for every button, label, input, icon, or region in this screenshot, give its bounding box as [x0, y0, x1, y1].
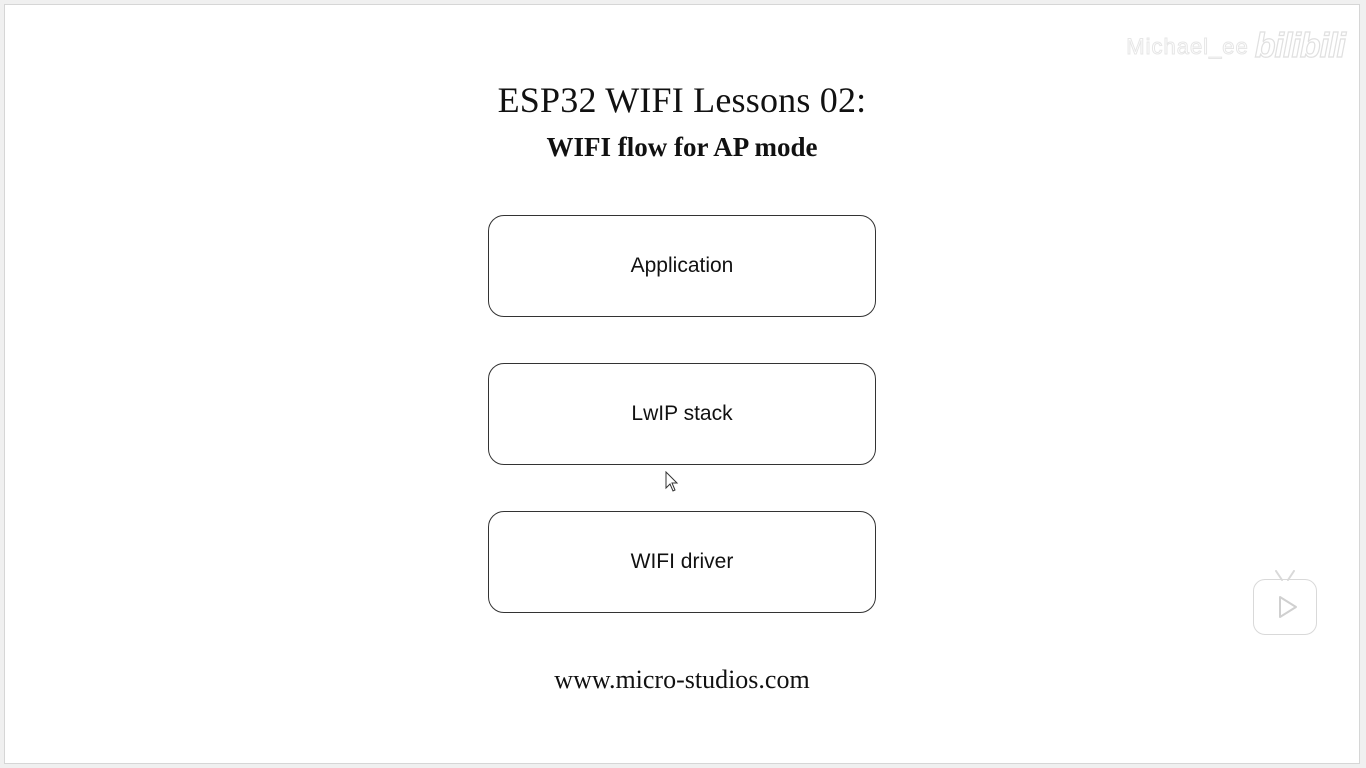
lwip-stack-box: LwIP stack: [488, 363, 876, 465]
tv-antenna-icon: [1272, 570, 1298, 582]
play-button[interactable]: [1253, 570, 1317, 635]
watermark: Michael_ee bilibili: [1126, 26, 1347, 66]
play-icon: [1274, 594, 1300, 620]
slide: ESP32 WIFI Lessons 02: WIFI flow for AP …: [4, 4, 1360, 764]
wifi-driver-label: WIFI driver: [630, 550, 734, 573]
bilibili-logo: bilibili: [1254, 26, 1346, 65]
wifi-driver-box: WIFI driver: [488, 511, 876, 613]
slide-subtitle: WIFI flow for AP mode: [546, 132, 818, 162]
website-text: www.micro-studios.com: [554, 665, 810, 694]
slide-title: ESP32 WIFI Lessons 02:: [497, 80, 867, 120]
lwip-stack-label: LwIP stack: [631, 402, 733, 425]
application-box: Application: [488, 215, 876, 317]
watermark-user: Michael_ee: [1126, 33, 1249, 59]
mouse-cursor-icon: [665, 470, 679, 498]
application-label: Application: [630, 254, 734, 277]
